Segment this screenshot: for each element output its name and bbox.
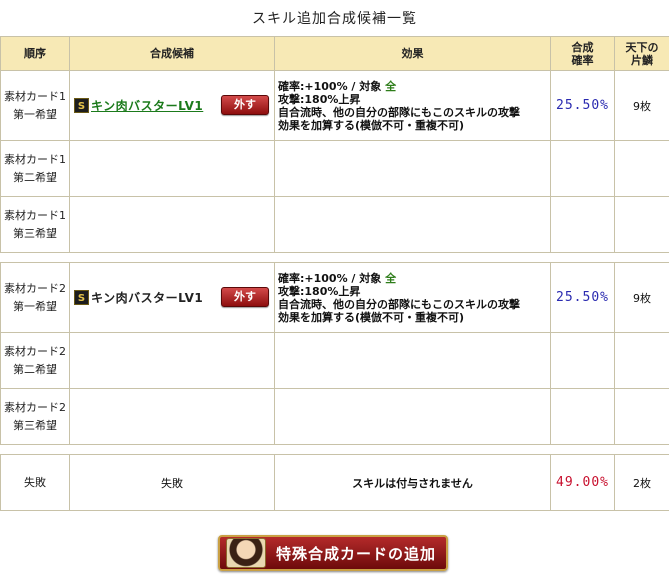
effect-cell: 確率:+100% / 対象 全 攻撃:180%上昇 自合流時、他の自分の部隊にも… xyxy=(274,70,551,141)
candidate-cell-empty[interactable] xyxy=(69,196,275,253)
effect-line3: 自合流時、他の自分の部隊にもこのスキルの攻撃 xyxy=(278,297,520,311)
order-line1: 素材カード2 xyxy=(4,344,66,358)
row-separator xyxy=(0,252,669,263)
order-line2: 第一希望 xyxy=(13,299,57,313)
skill-rank-s-icon: S xyxy=(74,98,89,113)
order-cell: 素材カード1 第三希望 xyxy=(0,196,70,253)
header-rate-line1: 合成 xyxy=(571,40,594,54)
order-line2: 第三希望 xyxy=(13,226,57,240)
effect-line1: 確率:+100% / 対象 xyxy=(278,271,386,285)
fragment-count: 9枚 xyxy=(614,70,669,141)
rate-cell-empty xyxy=(550,388,615,445)
table-row: 素材カード2 第二希望 xyxy=(0,332,669,389)
effect-line4: 効果を加算する(模倣不可・重複不可) xyxy=(278,118,465,132)
order-line1: 素材カード1 xyxy=(4,89,66,103)
skill-rank-s-icon: S xyxy=(74,290,89,305)
header-fragments: 天下の 片鱗 xyxy=(614,36,669,71)
effect-target: 全 xyxy=(385,271,397,285)
order-line1: 素材カード1 xyxy=(4,208,66,222)
order-line1: 素材カード1 xyxy=(4,152,66,166)
fragment-cell-empty xyxy=(614,196,669,253)
add-special-card-button[interactable]: 特殊合成カードの追加 xyxy=(218,535,448,571)
order-cell: 素材カード1 第二希望 xyxy=(0,140,70,197)
fragment-cell-empty xyxy=(614,140,669,197)
header-frag-line2: 片鱗 xyxy=(631,53,653,67)
effect-cell-empty xyxy=(274,388,551,445)
character-portrait-icon xyxy=(226,538,266,568)
success-rate: 25.50% xyxy=(550,70,615,141)
rate-cell-empty xyxy=(550,196,615,253)
fragment-cell-empty xyxy=(614,388,669,445)
table-row: 素材カード1 第一希望 S キン肉バスターLV1 外す 確率:+100% / 対象… xyxy=(0,70,669,141)
table-row: 素材カード1 第三希望 xyxy=(0,196,669,253)
order-line2: 第二希望 xyxy=(13,362,57,376)
failure-candidate: 失敗 xyxy=(69,454,275,511)
candidate-cell-empty[interactable] xyxy=(69,388,275,445)
table-header-row: 順序 合成候補 効果 合成 確率 天下の 片鱗 xyxy=(0,36,669,71)
header-frag-line1: 天下の xyxy=(625,40,659,54)
order-line2: 第三希望 xyxy=(13,418,57,432)
page-title: スキル追加合成候補一覧 xyxy=(252,11,417,27)
effect-line2: 攻撃:180%上昇 xyxy=(278,92,361,106)
synthesis-candidate-table: 順序 合成候補 効果 合成 確率 天下の 片鱗 素材カード1 第一希望 S キン肉バス… xyxy=(0,36,669,511)
effect-cell-empty xyxy=(274,332,551,389)
header-order: 順序 xyxy=(0,36,70,71)
effect-line4: 効果を加算する(模倣不可・重複不可) xyxy=(278,310,465,324)
failure-rate: 49.00% xyxy=(550,454,615,511)
success-rate: 25.50% xyxy=(550,262,615,333)
effect-line1: 確率:+100% / 対象 xyxy=(278,79,386,93)
candidate-cell-empty[interactable] xyxy=(69,332,275,389)
order-line1: 素材カード2 xyxy=(4,281,66,295)
row-separator xyxy=(0,444,669,455)
failure-fragment-count: 2枚 xyxy=(614,454,669,511)
effect-cell: 確率:+100% / 対象 全 攻撃:180%上昇 自合流時、他の自分の部隊にも… xyxy=(274,262,551,333)
table-row: 素材カード2 第一希望 S キン肉バスターLV1 外す 確率:+100% / 対象… xyxy=(0,262,669,333)
table-row: 素材カード1 第二希望 xyxy=(0,140,669,197)
skill-link[interactable]: キン肉バスターLV1 xyxy=(91,97,203,114)
fragment-cell-empty xyxy=(614,332,669,389)
order-line2: 第一希望 xyxy=(13,107,57,121)
fragment-count: 9枚 xyxy=(614,262,669,333)
skill-name: キン肉バスターLV1 xyxy=(91,291,204,305)
effect-line2: 攻撃:180%上昇 xyxy=(278,284,361,298)
table-row: 素材カード2 第三希望 xyxy=(0,388,669,445)
header-rate-line2: 確率 xyxy=(571,53,594,67)
effect-line3: 自合流時、他の自分の部隊にもこのスキルの攻撃 xyxy=(278,105,520,119)
order-cell: 素材カード1 第一希望 xyxy=(0,70,70,141)
effect-target: 全 xyxy=(385,79,397,93)
header-candidate: 合成候補 xyxy=(69,36,275,71)
failure-effect: スキルは付与されません xyxy=(274,454,551,511)
effect-cell-empty xyxy=(274,196,551,253)
rate-cell-empty xyxy=(550,140,615,197)
candidate-cell-empty[interactable] xyxy=(69,140,275,197)
header-rate: 合成 確率 xyxy=(550,36,615,71)
order-line2: 第二希望 xyxy=(13,170,57,184)
remove-button[interactable]: 外す xyxy=(221,287,269,307)
add-special-card-label: 特殊合成カードの追加 xyxy=(276,544,437,563)
remove-button[interactable]: 外す xyxy=(221,95,269,115)
effect-cell-empty xyxy=(274,140,551,197)
header-effect: 効果 xyxy=(274,36,551,71)
order-cell: 素材カード2 第二希望 xyxy=(0,332,70,389)
order-cell: 素材カード2 第一希望 xyxy=(0,262,70,333)
candidate-cell: S キン肉バスターLV1 外す xyxy=(69,262,275,333)
order-line1: 素材カード2 xyxy=(4,400,66,414)
failure-row: 失敗 失敗 スキルは付与されません 49.00% 2枚 xyxy=(0,454,669,511)
rate-cell-empty xyxy=(550,332,615,389)
candidate-cell: S キン肉バスターLV1 外す xyxy=(69,70,275,141)
failure-order: 失敗 xyxy=(0,454,70,511)
order-cell: 素材カード2 第三希望 xyxy=(0,388,70,445)
